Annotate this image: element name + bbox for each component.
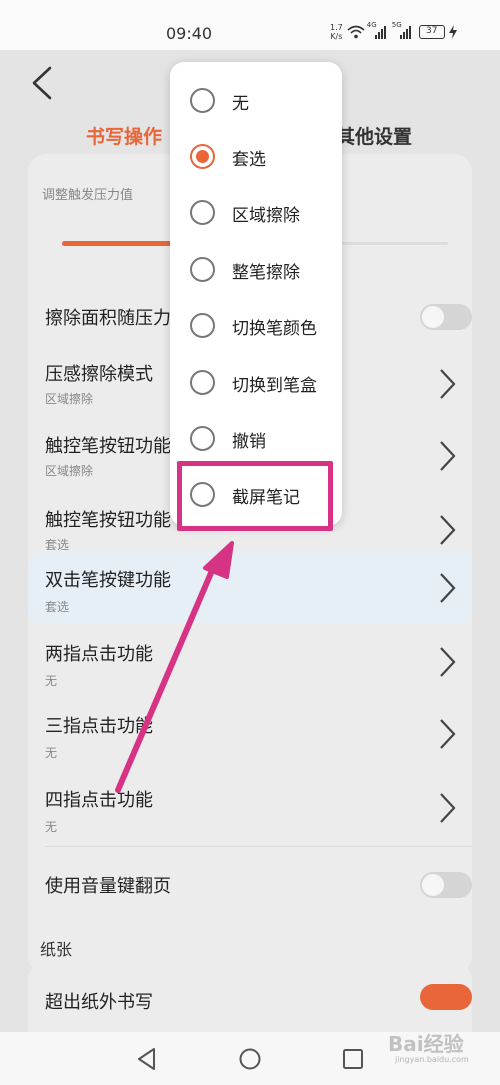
status-bar: 09:40 1.7 K/s 4G 5G 37 [0, 0, 500, 50]
popup-option-lasso[interactable]: 套选 [170, 128, 342, 184]
radio-icon[interactable] [190, 144, 215, 169]
paper-toggle[interactable] [420, 984, 472, 1010]
net-speed-unit: K/s [330, 32, 343, 41]
chevron-right-icon [440, 719, 456, 749]
pressure-slider-fill [62, 241, 186, 246]
wifi-icon [347, 25, 365, 39]
chevron-right-icon [440, 793, 456, 823]
popup-option-switch-pen-color[interactable]: 切换笔颜色 [170, 297, 342, 353]
option-label: 无 [232, 94, 249, 114]
setting-value: 区域擦除 [45, 392, 94, 406]
setting-volume-page-turn[interactable]: 使用音量键翻页 [28, 848, 472, 922]
signal-label-2: 5G [391, 21, 402, 29]
tab-other-settings[interactable]: 其他设置 [336, 122, 412, 149]
popup-option-none[interactable]: 无 [170, 72, 342, 128]
function-options-popup: 无 套选 区域擦除 整笔擦除 切换笔颜色 切换到笔盒 撤销 截屏笔记 [170, 62, 342, 526]
setting-title: 触控笔按钮功能 [45, 436, 171, 457]
paper-card: 超出纸外书写 [28, 962, 472, 1032]
radio-icon[interactable] [190, 370, 215, 395]
chevron-right-icon [440, 647, 456, 677]
setting-three-finger-tap[interactable]: 三指点击功能 无 [28, 698, 472, 770]
setting-value: 无 [45, 820, 58, 834]
tab-writing-operation[interactable]: 书写操作 [86, 122, 162, 149]
signal-icon-2: 5G [392, 21, 411, 39]
option-label: 整笔擦除 [232, 263, 300, 283]
setting-four-finger-tap[interactable]: 四指点击功能 无 [28, 772, 472, 844]
square-recent-icon[interactable] [340, 1046, 366, 1072]
popup-option-area-erase[interactable]: 区域擦除 [170, 184, 342, 240]
radio-icon[interactable] [190, 313, 215, 338]
chevron-right-icon [440, 573, 456, 603]
section-paper-label: 纸张 [40, 940, 73, 959]
annotation-highlight-box [177, 461, 333, 531]
erase-area-pressure-toggle[interactable] [420, 304, 472, 330]
circle-home-icon[interactable] [237, 1046, 263, 1072]
setting-title: 双击笔按键功能 [45, 570, 171, 591]
setting-value: 套选 [45, 538, 70, 552]
volume-page-turn-toggle[interactable] [420, 872, 472, 898]
option-label: 切换到笔盒 [232, 376, 317, 396]
popup-option-switch-to-pen-box[interactable]: 切换到笔盒 [170, 354, 342, 410]
setting-title: 三指点击功能 [45, 716, 153, 737]
radio-icon[interactable] [190, 257, 215, 282]
net-speed: 1.7 K/s [330, 23, 343, 41]
setting-title: 两指点击功能 [45, 644, 153, 665]
option-label: 套选 [232, 150, 266, 170]
watermark: Bai经验 [388, 1032, 464, 1056]
status-icons: 1.7 K/s 4G 5G 37 [330, 21, 457, 43]
charging-icon [448, 25, 457, 39]
back-chevron-icon[interactable] [28, 66, 58, 100]
popup-option-stroke-erase[interactable]: 整笔擦除 [170, 241, 342, 297]
popup-option-undo[interactable]: 撤销 [170, 410, 342, 466]
setting-value: 套选 [45, 600, 70, 614]
setting-title: 触控笔按钮功能 [45, 510, 171, 531]
radio-icon[interactable] [190, 88, 215, 113]
triangle-back-icon[interactable] [134, 1046, 160, 1072]
net-speed-value: 1.7 [330, 23, 343, 32]
chevron-right-icon [440, 515, 456, 545]
setting-value: 无 [45, 746, 58, 760]
setting-double-tap-pen-key[interactable]: 双击笔按键功能 套选 [28, 552, 472, 624]
battery-icon: 37 [418, 25, 445, 39]
option-label: 区域擦除 [232, 206, 300, 226]
chevron-right-icon [440, 369, 456, 399]
setting-value: 无 [45, 674, 58, 688]
setting-title: 压感擦除模式 [45, 364, 153, 385]
signal-icon: 4G [367, 21, 386, 39]
setting-value: 区域擦除 [45, 464, 94, 478]
setting-title: 擦除面积随压力 [45, 308, 171, 329]
divider [45, 846, 472, 847]
status-time: 09:40 [166, 24, 213, 43]
chevron-right-icon [440, 441, 456, 471]
signal-label: 4G [366, 21, 377, 29]
setting-two-finger-tap[interactable]: 两指点击功能 无 [28, 626, 472, 698]
option-label: 切换笔颜色 [232, 319, 317, 339]
setting-title: 超出纸外书写 [45, 992, 153, 1013]
radio-icon[interactable] [190, 426, 215, 451]
watermark-sub: jingyan.baidu.com [395, 1055, 469, 1064]
setting-title: 四指点击功能 [45, 790, 153, 811]
setting-title: 使用音量键翻页 [45, 876, 171, 897]
option-label: 撤销 [232, 432, 266, 452]
pressure-label: 调整触发压力值 [42, 188, 134, 203]
radio-icon[interactable] [190, 200, 215, 225]
